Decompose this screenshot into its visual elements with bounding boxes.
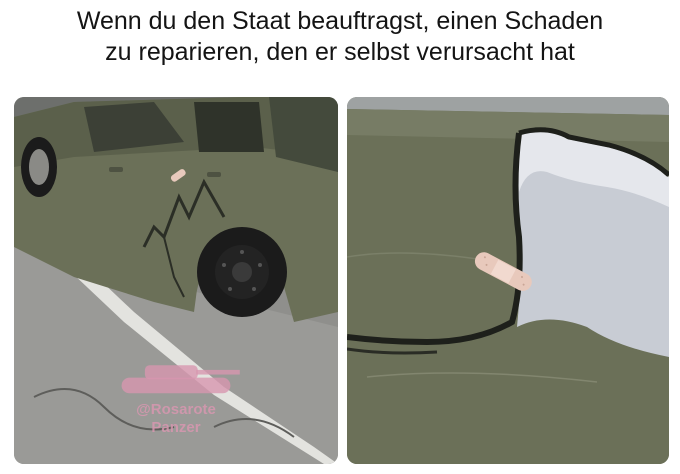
left-photo-damaged-car: @Rosarote Panzer [14, 97, 338, 464]
tank-icon [121, 365, 240, 394]
right-photo-bandage-closeup [347, 97, 669, 464]
watermark-handle: @Rosarote [136, 401, 216, 419]
caption-line-1: Wenn du den Staat beauftragst, einen Sch… [76, 7, 604, 35]
caption-line-2: zu reparieren, den er selbst verursacht … [105, 38, 575, 66]
meme-caption: Wenn du den Staat beauftragst, einen Sch… [0, 6, 680, 68]
car-door-closeup-illustration [347, 97, 669, 464]
watermark: @Rosarote Panzer [106, 359, 246, 437]
watermark-name: Panzer [151, 419, 201, 437]
